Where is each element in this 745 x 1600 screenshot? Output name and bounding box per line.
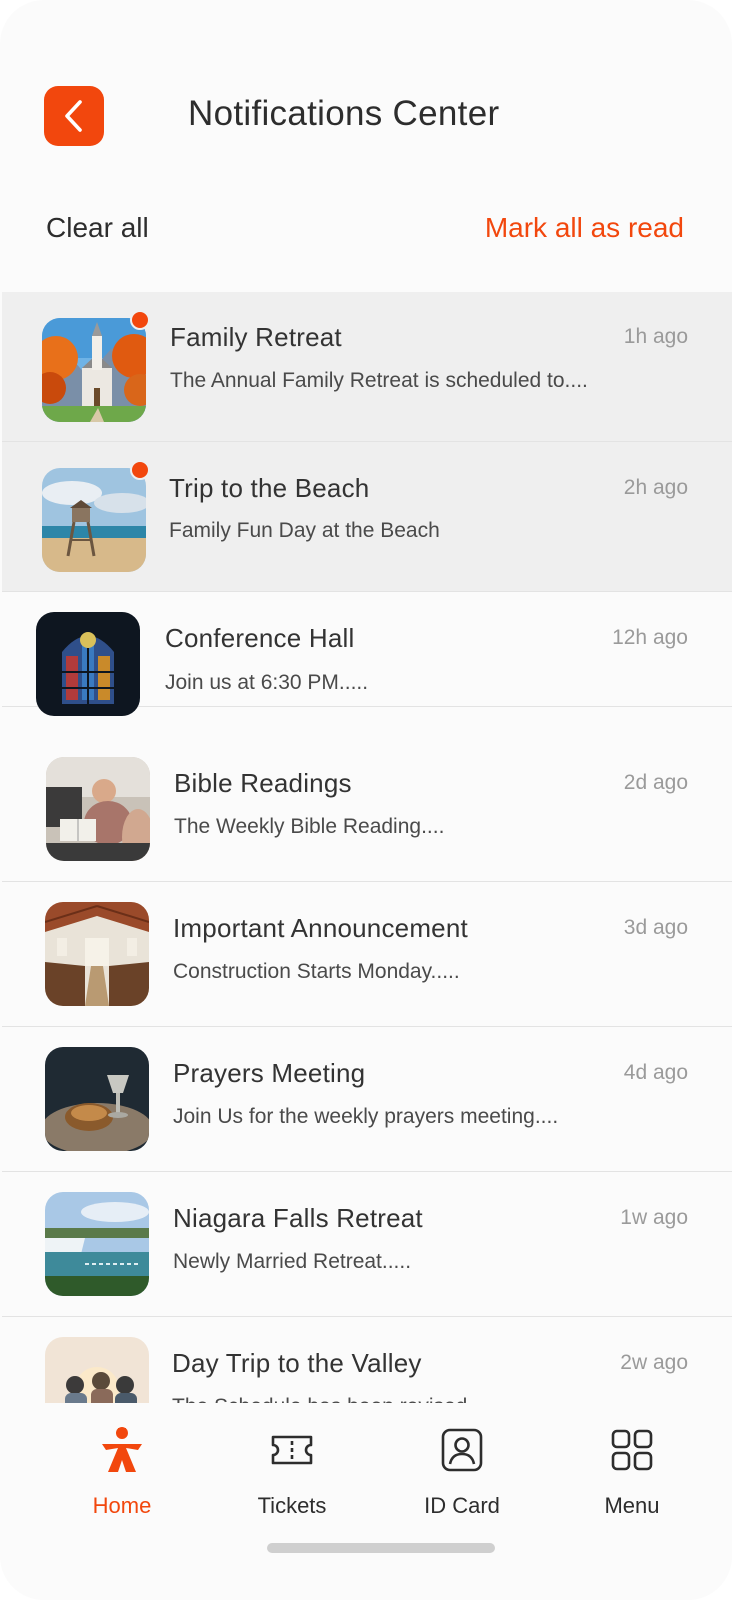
chevron-left-icon bbox=[65, 100, 82, 132]
notification-time: 2d ago bbox=[623, 771, 688, 794]
notification-message: Join us at 6:30 PM..... bbox=[165, 671, 369, 694]
unread-dot bbox=[130, 460, 150, 480]
notification-title: Important Announcement bbox=[173, 913, 468, 943]
church-interior-image bbox=[45, 902, 149, 1006]
nav-label: Home bbox=[92, 1493, 152, 1518]
notification-item[interactable]: Niagara Falls Retreat Newly Married Retr… bbox=[2, 1172, 732, 1317]
nav-home[interactable]: Home bbox=[62, 1425, 182, 1519]
notification-time: 2w ago bbox=[620, 1351, 688, 1374]
notification-time: 1w ago bbox=[620, 1206, 688, 1229]
notification-time: 4d ago bbox=[623, 1061, 688, 1084]
notification-message: The Annual Family Retreat is scheduled t… bbox=[170, 369, 588, 392]
unread-dot bbox=[130, 310, 150, 330]
notification-title: Niagara Falls Retreat bbox=[173, 1203, 423, 1233]
bread-and-chalice-image bbox=[45, 1047, 149, 1151]
notification-item[interactable]: Conference Hall Join us at 6:30 PM..... … bbox=[2, 592, 732, 716]
mark-all-read-button[interactable]: Mark all as read bbox=[485, 212, 684, 244]
notification-item[interactable]: Trip to the Beach Family Fun Day at the … bbox=[2, 442, 732, 592]
notification-time: 12h ago bbox=[612, 626, 688, 649]
nav-label: Menu bbox=[604, 1493, 660, 1518]
notification-time: 1h ago bbox=[623, 325, 688, 348]
ticket-icon bbox=[271, 1435, 313, 1465]
church-autumn-image bbox=[42, 318, 146, 422]
nav-label: Tickets bbox=[257, 1493, 327, 1518]
notification-title: Bible Readings bbox=[174, 768, 352, 798]
nav-menu[interactable]: Menu bbox=[572, 1425, 692, 1519]
notification-message: Family Fun Day at the Beach bbox=[169, 519, 440, 542]
nav-label: ID Card bbox=[424, 1493, 500, 1518]
notification-item[interactable]: Bible Readings The Weekly Bible Reading.… bbox=[2, 707, 732, 882]
notification-title: Conference Hall bbox=[165, 623, 355, 653]
id-card-icon bbox=[441, 1428, 483, 1472]
notifications-list: Family Retreat The Annual Family Retreat… bbox=[2, 292, 732, 1467]
niagara-falls-image bbox=[45, 1192, 149, 1296]
notification-time: 2h ago bbox=[623, 476, 688, 499]
notification-item[interactable]: Important Announcement Construction Star… bbox=[2, 882, 732, 1027]
bottom-nav: Home Tickets ID Card Menu bbox=[0, 1403, 732, 1600]
notification-title: Family Retreat bbox=[170, 322, 342, 352]
page-title: Notifications Center bbox=[188, 94, 500, 133]
notification-title: Day Trip to the Valley bbox=[172, 1348, 422, 1378]
back-button[interactable] bbox=[44, 86, 104, 146]
notification-title: Trip to the Beach bbox=[169, 473, 370, 503]
notification-title: Prayers Meeting bbox=[173, 1058, 366, 1088]
notification-message: The Weekly Bible Reading.... bbox=[174, 815, 445, 838]
beach-lifeguard-tower-image bbox=[42, 468, 146, 572]
home-indicator bbox=[267, 1543, 495, 1553]
notification-message: Construction Starts Monday..... bbox=[173, 960, 460, 983]
notification-item[interactable]: Family Retreat The Annual Family Retreat… bbox=[2, 292, 732, 442]
notification-message: Join Us for the weekly prayers meeting..… bbox=[173, 1105, 559, 1128]
grid-menu-icon bbox=[611, 1429, 653, 1471]
clear-all-button[interactable]: Clear all bbox=[46, 212, 149, 244]
notification-message: Newly Married Retreat..... bbox=[173, 1250, 412, 1273]
notification-time: 3d ago bbox=[623, 916, 688, 939]
stained-glass-window-image bbox=[36, 612, 140, 716]
notification-item[interactable]: Prayers Meeting Join Us for the weekly p… bbox=[2, 1027, 732, 1172]
home-person-icon bbox=[102, 1427, 142, 1472]
notifications-screen: Notifications Center Clear all Mark all … bbox=[0, 0, 732, 1600]
nav-tickets[interactable]: Tickets bbox=[232, 1425, 352, 1519]
nav-id-card[interactable]: ID Card bbox=[402, 1425, 522, 1519]
people-reading-bible-image bbox=[46, 757, 150, 861]
